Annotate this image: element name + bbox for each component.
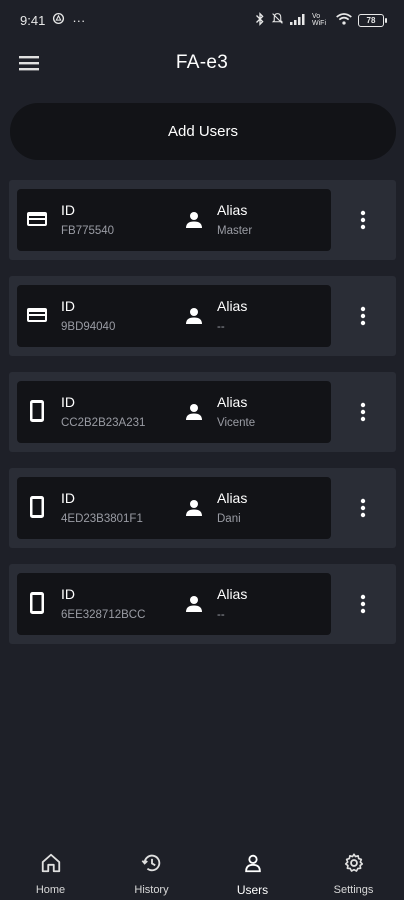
nav-label-history: History [134,884,169,896]
add-users-button[interactable]: Add Users [10,103,396,160]
user-row[interactable]: ID 4ED23B3801F1 Alias Dani [17,477,331,539]
user-card: ID FB775540 Alias Master [9,180,396,260]
user-row[interactable]: ID CC2B2B23A231 Alias Vicente [17,381,331,443]
id-value: 9BD94040 [61,321,116,333]
user-list: ID FB775540 Alias Master ID 9BD94040 Ali… [9,180,396,660]
nav-item-settings[interactable]: Settings [303,840,404,896]
mute-icon [271,12,284,28]
wifi-icon [336,12,352,28]
status-overflow: ··· [72,12,86,28]
alias-label: Alias [217,298,248,314]
page-title: FA-e3 [175,52,229,73]
user-row[interactable]: ID 6EE328712BCC Alias -- [17,573,331,635]
home-icon [40,852,62,879]
alias-value: -- [217,321,225,333]
user-row[interactable]: ID FB775540 Alias Master [17,189,331,251]
more-options-icon[interactable] [349,494,377,522]
status-bar: 9:41 ··· Vo WiFi 78 [0,0,404,40]
battery-indicator: 78 [358,13,387,27]
id-value: 6EE328712BCC [61,609,146,621]
card-icon [25,303,49,327]
alias-label: Alias [217,202,248,218]
user-card: ID 4ED23B3801F1 Alias Dani [9,468,396,548]
more-options-icon[interactable] [349,398,377,426]
history-icon [141,852,163,879]
bottom-nav: Home History Users Settings [0,840,404,900]
nav-item-history[interactable]: History [101,840,202,896]
alias-label: Alias [217,394,248,410]
gear-icon [343,852,365,879]
more-options-icon[interactable] [349,590,377,618]
id-value: 4ED23B3801F1 [61,513,143,525]
person-icon [182,304,206,328]
alias-value: Master [217,225,253,237]
person-icon [182,208,206,232]
user-card: ID 6EE328712BCC Alias -- [9,564,396,644]
network-label: Vo WiFi [312,13,326,27]
card-icon [25,207,49,231]
status-time: 9:41 [20,12,46,28]
phone-icon [25,495,49,519]
phone-icon [25,399,49,423]
user-card: ID CC2B2B23A231 Alias Vicente [9,372,396,452]
nav-label-users: Users [236,883,269,897]
signal-icon [290,13,306,28]
app-screen: 9:41 ··· Vo WiFi 78 FA-e3 Add Users ID F… [0,0,404,900]
id-label: ID [61,586,75,602]
nav-item-users[interactable]: Users [202,840,303,897]
nav-label-home: Home [35,884,66,896]
alias-value: Dani [217,513,241,525]
person-icon [242,852,264,879]
person-icon [182,400,206,424]
more-options-icon[interactable] [349,302,377,330]
more-options-icon[interactable] [349,206,377,234]
bluetooth-icon [255,11,265,29]
app-bar: FA-e3 [0,40,404,86]
id-value: FB775540 [61,225,115,237]
alias-label: Alias [217,586,248,602]
alias-value: Vicente [217,417,256,429]
add-users-label: Add Users [167,123,239,140]
user-card: ID 9BD94040 Alias -- [9,276,396,356]
person-icon [182,496,206,520]
id-label: ID [61,490,75,506]
alias-label: Alias [217,490,248,506]
id-value: CC2B2B23A231 [61,417,146,429]
user-row[interactable]: ID 9BD94040 Alias -- [17,285,331,347]
phone-icon [25,591,49,615]
alias-value: -- [217,609,225,621]
id-label: ID [61,298,75,314]
id-label: ID [61,202,75,218]
status-left: 9:41 ··· [20,12,85,28]
notification-app-icon [52,12,65,28]
id-label: ID [61,394,75,410]
person-icon [182,592,206,616]
hamburger-menu-icon[interactable] [18,52,42,74]
status-right: Vo WiFi 78 [255,11,387,29]
nav-label-settings: Settings [333,884,374,896]
nav-item-home[interactable]: Home [0,840,101,896]
